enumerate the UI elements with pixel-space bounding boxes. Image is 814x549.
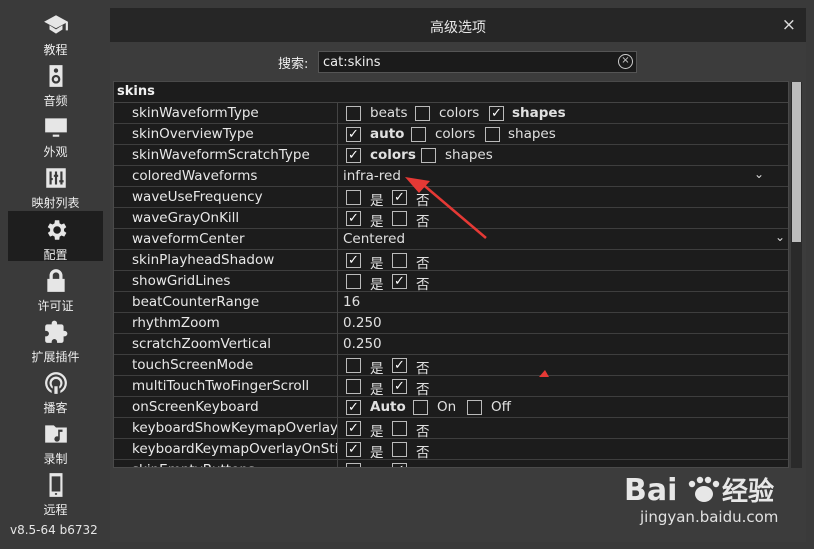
svg-text:经验: 经验: [722, 476, 774, 507]
baidu-jingyan-watermark: Bai 经验: [624, 473, 774, 508]
annotation-arrow-line: [419, 181, 487, 239]
annotation-marker: [539, 370, 549, 377]
svg-text:Bai: Bai: [624, 473, 677, 508]
annotation-arrow-head: [405, 177, 430, 193]
watermark-url: jingyan.baidu.com: [640, 508, 779, 526]
